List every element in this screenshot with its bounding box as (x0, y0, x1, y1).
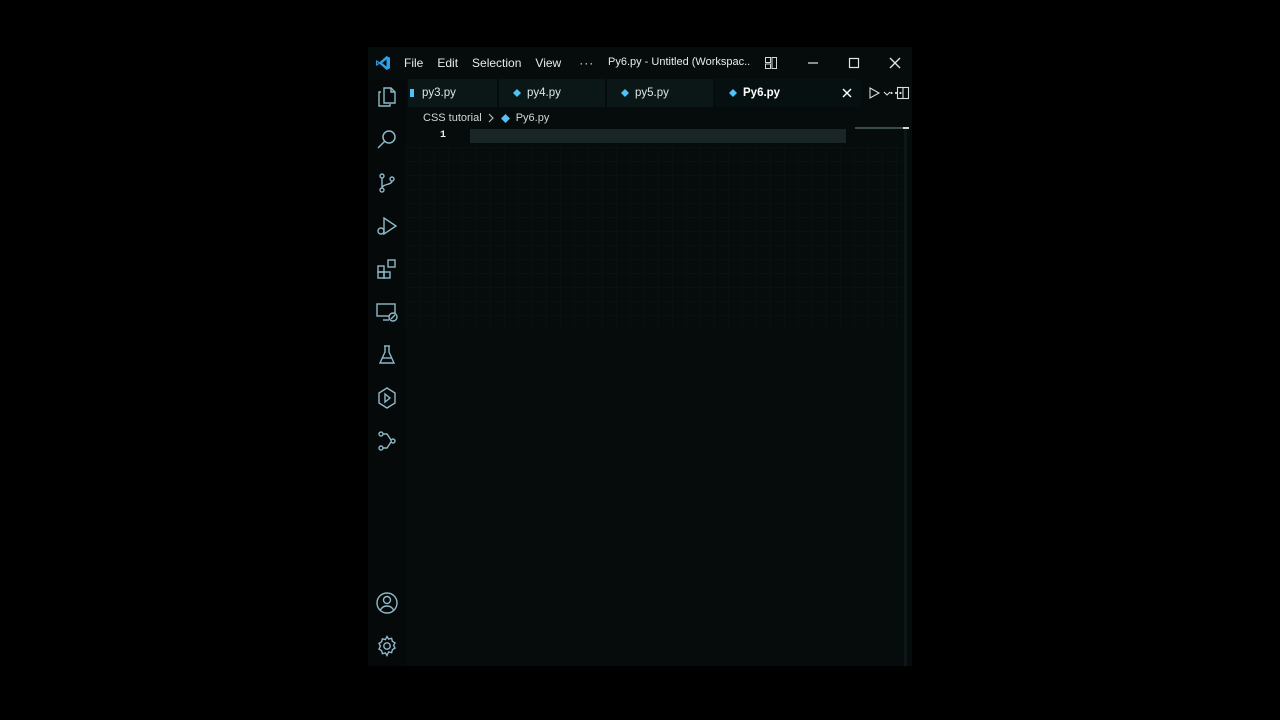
tab-label: Py6.py (743, 87, 781, 99)
tab-py3[interactable]: py3.py (408, 79, 497, 107)
breadcrumb-file[interactable]: Py6.py (516, 112, 550, 124)
line-number: 1 (440, 130, 447, 141)
chevron-right-icon (488, 113, 494, 123)
close-tab-icon[interactable] (842, 88, 852, 98)
account-icon[interactable] (375, 591, 399, 615)
tab-py4[interactable]: py4.py (499, 79, 605, 107)
menu-file[interactable]: File (404, 56, 423, 70)
maximize-icon[interactable] (846, 55, 862, 71)
menu-bar: File Edit Selection View ··· (404, 47, 594, 79)
settings-gear-icon[interactable] (375, 634, 399, 658)
testing-icon[interactable] (375, 343, 399, 367)
python-file-icon (410, 89, 414, 97)
extensions-icon[interactable] (375, 257, 399, 281)
vscode-window: File Edit Selection View ··· Py6.py - Un… (368, 47, 912, 666)
customize-layout-icon[interactable] (764, 56, 778, 70)
vertical-scrollbar[interactable] (904, 127, 907, 666)
code-editor[interactable]: 1 (406, 127, 906, 666)
python-file-icon (500, 113, 510, 123)
scrollbar-position-marker (903, 127, 909, 129)
tab-label: py4.py (527, 87, 561, 99)
copilot-icon[interactable] (375, 386, 399, 410)
explorer-icon[interactable] (375, 85, 399, 109)
run-debug-icon[interactable] (375, 214, 399, 238)
title-bar: File Edit Selection View ··· Py6.py - Un… (368, 47, 912, 79)
tab-py5[interactable]: py5.py (607, 79, 713, 107)
minimap-slider[interactable] (855, 127, 903, 129)
python-file-icon (729, 89, 737, 97)
python-file-icon (513, 89, 521, 97)
run-python-file-icon[interactable] (867, 86, 881, 100)
breadcrumb-folder[interactable]: CSS tutorial (423, 112, 482, 124)
activity-bar (368, 79, 406, 666)
close-window-icon[interactable] (887, 55, 903, 71)
editor-background (406, 147, 906, 327)
python-file-icon (621, 89, 629, 97)
tab-py6[interactable]: Py6.py (715, 79, 861, 107)
menu-view[interactable]: View (535, 56, 561, 70)
menu-edit[interactable]: Edit (437, 56, 458, 70)
tab-label: py5.py (635, 87, 669, 99)
current-line-highlight (470, 129, 846, 143)
minimize-icon[interactable] (805, 55, 821, 71)
editor-tabs: py3.py py4.py py5.py Py6.py (406, 79, 912, 107)
git-graph-icon[interactable] (375, 429, 399, 453)
breadcrumb: CSS tutorial Py6.py (423, 110, 549, 126)
remote-explorer-icon[interactable] (375, 300, 399, 324)
more-actions-icon[interactable] (889, 86, 903, 100)
vscode-logo-icon (376, 56, 390, 70)
tab-label: py3.py (422, 87, 456, 99)
source-control-icon[interactable] (375, 171, 399, 195)
menu-more-button[interactable]: ··· (579, 56, 594, 70)
window-title: Py6.py - Untitled (Workspac... (608, 56, 750, 68)
menu-selection[interactable]: Selection (472, 56, 521, 70)
search-icon[interactable] (375, 128, 399, 152)
